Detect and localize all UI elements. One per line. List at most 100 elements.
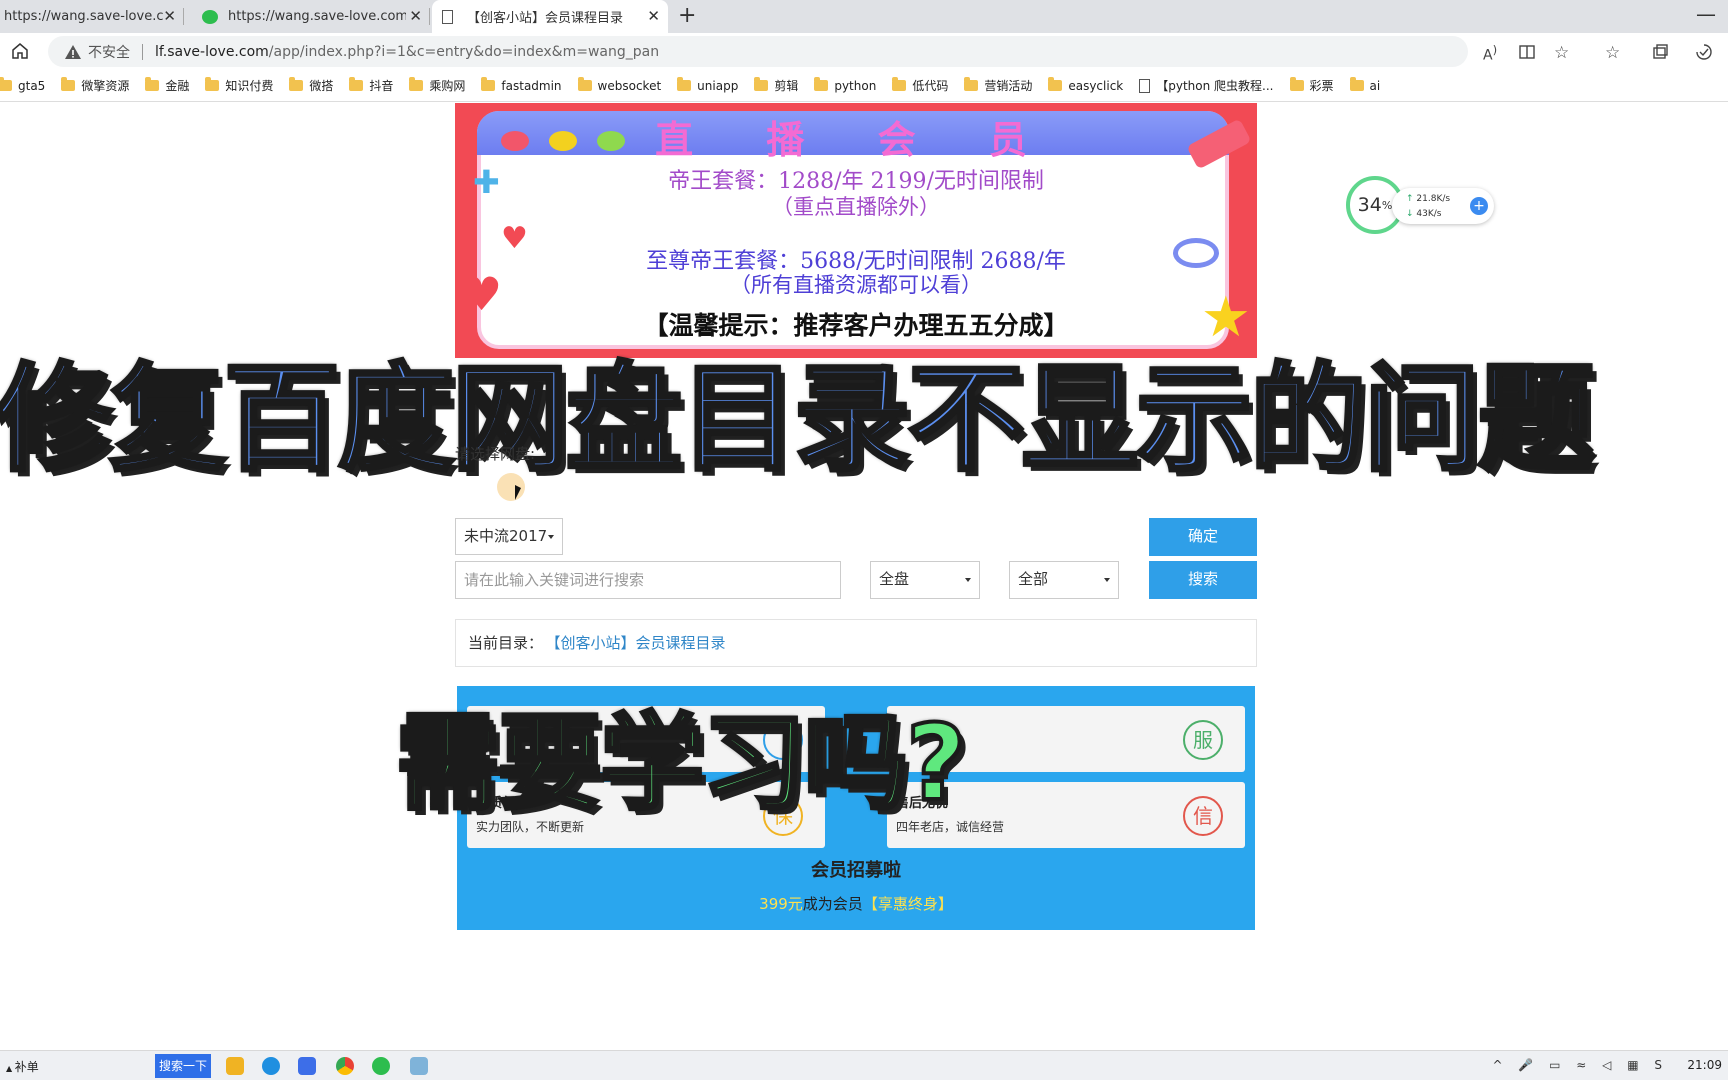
- folder-icon: [677, 77, 692, 91]
- folder-icon: [409, 77, 424, 91]
- banner-line-4: （所有直播资源都可以看）: [730, 273, 982, 297]
- chevron-up-icon: ▲: [6, 1064, 15, 1073]
- notepad-icon[interactable]: [410, 1057, 428, 1075]
- favorites-icon[interactable]: ☆: [1605, 43, 1623, 63]
- bookmark-item[interactable]: 微搭: [289, 77, 333, 94]
- breadcrumb: 当前目录： 【创客小站】会员课程目录: [455, 619, 1257, 667]
- bookmark-item[interactable]: uniapp: [677, 77, 739, 93]
- wechat-icon[interactable]: [372, 1057, 390, 1075]
- upload-speed: ↑ 21.8K/s: [1406, 194, 1451, 204]
- bookmark-label: uniapp: [697, 78, 739, 93]
- ring-decoration: [1173, 238, 1219, 268]
- close-icon[interactable]: ✕: [647, 7, 660, 25]
- tab-title: https://wang.save-love.com/web: [4, 9, 164, 24]
- chrome-icon[interactable]: [336, 1057, 354, 1075]
- bookmark-item[interactable]: 【python 爬虫教程...: [1139, 77, 1274, 94]
- read-aloud-icon[interactable]: A): [1483, 43, 1501, 64]
- bookmark-item[interactable]: 彩票: [1289, 77, 1334, 94]
- member-offer[interactable]: 399元成为会员【享惠终身】: [457, 893, 1255, 914]
- bookmark-item[interactable]: websocket: [577, 77, 662, 93]
- search-button[interactable]: 搜索: [1149, 561, 1257, 599]
- bookmark-label: fastadmin: [501, 78, 562, 93]
- tab-bar: https://wang.save-love.com/web ✕ https:/…: [0, 0, 1728, 33]
- bookmark-item[interactable]: fastadmin: [481, 77, 562, 93]
- trust-badge-icon: 信: [1183, 796, 1223, 836]
- speed-pill: ↑ 21.8K/s ↓ 43K/s +: [1392, 188, 1494, 224]
- close-icon[interactable]: ✕: [409, 7, 422, 25]
- member-price-suffix: 成为会员: [802, 895, 863, 913]
- tab-3[interactable]: 【创客小站】会员课程目录 ✕: [432, 0, 668, 33]
- heart-icon: ♥: [461, 267, 503, 321]
- plus-icon[interactable]: +: [1470, 197, 1488, 215]
- taskbar: ▲ 补单 搜索一下 ^ 🎤 ▭ ≈ ◁ ▦ S 21:09: [0, 1050, 1728, 1080]
- folder-icon: [349, 77, 364, 91]
- bookmark-item[interactable]: 低代码: [892, 77, 948, 94]
- bookmark-item[interactable]: python: [814, 77, 877, 93]
- confirm-button[interactable]: 确定: [1149, 518, 1257, 556]
- split-screen-icon[interactable]: [1518, 43, 1536, 61]
- edge-icon[interactable]: [262, 1057, 280, 1075]
- favorite-add-icon[interactable]: ☆: [1554, 43, 1572, 63]
- folder-icon: [577, 77, 592, 91]
- address-bar[interactable]: 不安全 lf.save-love.com/app/index.php?i=1&c…: [48, 36, 1468, 67]
- bookmark-item[interactable]: 知识付费: [205, 77, 273, 94]
- folder-icon: [754, 77, 769, 91]
- choose-disk-label: 请选择网盘:: [455, 445, 536, 463]
- folder-icon: [61, 77, 76, 91]
- folder-icon: [289, 77, 304, 91]
- bookmark-item[interactable]: easyclick: [1048, 77, 1123, 93]
- collections-icon[interactable]: [1651, 43, 1669, 61]
- home-icon[interactable]: [10, 41, 30, 61]
- bookmark-item[interactable]: 抖音: [349, 77, 393, 94]
- folder-icon: [481, 77, 496, 91]
- close-icon[interactable]: ✕: [163, 7, 176, 25]
- system-tray[interactable]: ^ 🎤 ▭ ≈ ◁ ▦ S: [1493, 1058, 1668, 1072]
- folder-icon: [892, 77, 907, 91]
- question-overlay: 需要学习吗?: [394, 700, 968, 826]
- bookmark-label: websocket: [597, 78, 662, 93]
- folder-icon: [1289, 77, 1304, 91]
- scope-select-value: 全盘: [879, 570, 910, 588]
- type-select[interactable]: 全部: [1009, 561, 1119, 599]
- folder-icon: [0, 77, 12, 91]
- bookmark-item[interactable]: 营销活动: [964, 77, 1032, 94]
- file-explorer-icon[interactable]: [226, 1057, 244, 1075]
- network-speed-widget[interactable]: 34% ↑ 21.8K/s ↓ 43K/s +: [1346, 176, 1494, 234]
- member-title: 会员招募啦: [811, 860, 901, 881]
- page-icon: [442, 9, 453, 24]
- bookmark-label: 营销活动: [984, 79, 1033, 93]
- tab-2[interactable]: https://wang.save-love.com/web ✕: [192, 0, 430, 33]
- chevron-down-icon: [548, 535, 554, 539]
- disk-select[interactable]: 未中流2017: [455, 518, 563, 555]
- folder-icon: [1349, 77, 1364, 91]
- scope-select[interactable]: 全盘: [870, 561, 980, 599]
- page-icon: [1139, 78, 1151, 93]
- new-tab-icon[interactable]: +: [678, 3, 696, 28]
- tab-1[interactable]: https://wang.save-love.com/web ✕: [0, 0, 184, 33]
- minimize-icon[interactable]: —: [1696, 2, 1716, 26]
- bookmark-label: 【python 爬虫教程...: [1156, 79, 1274, 93]
- url-host: lf.save-love.com: [155, 43, 269, 60]
- taskbar-left-text[interactable]: ▲ 补单: [6, 1058, 39, 1075]
- member-promo: 【享惠终身】: [862, 895, 953, 913]
- bookmark-label: 抖音: [369, 79, 394, 93]
- bookmark-item[interactable]: 金融: [145, 77, 189, 94]
- bookmark-label: 金融: [165, 79, 190, 93]
- browser-essentials-icon[interactable]: [1695, 43, 1713, 61]
- app-icon[interactable]: [298, 1057, 316, 1075]
- bookmark-item[interactable]: 乘购网: [409, 77, 465, 94]
- taskbar-search-button[interactable]: 搜索一下: [155, 1054, 211, 1078]
- wechat-icon: [202, 9, 218, 24]
- breadcrumb-link[interactable]: 【创客小站】会员课程目录: [553, 634, 726, 652]
- live-membership-banner: 直 播 会 员 帝王套餐：1288/年 2199/无时间限制 （重点直播除外） …: [455, 103, 1257, 358]
- divider: [142, 43, 143, 60]
- search-input[interactable]: 请在此输入关键词进行搜索: [455, 561, 841, 599]
- url-path: /app/index.php?i=1&c=entry&do=index&m=wa…: [268, 43, 660, 60]
- bookmark-item[interactable]: 微擎资源: [61, 77, 129, 94]
- bookmark-label: python: [834, 78, 877, 93]
- folder-icon: [814, 77, 829, 91]
- bookmark-item[interactable]: ai: [1349, 77, 1380, 93]
- bookmark-item[interactable]: 剪辑: [754, 77, 798, 94]
- bookmark-label: 乘购网: [429, 79, 466, 93]
- bookmark-item[interactable]: gta5: [0, 77, 45, 93]
